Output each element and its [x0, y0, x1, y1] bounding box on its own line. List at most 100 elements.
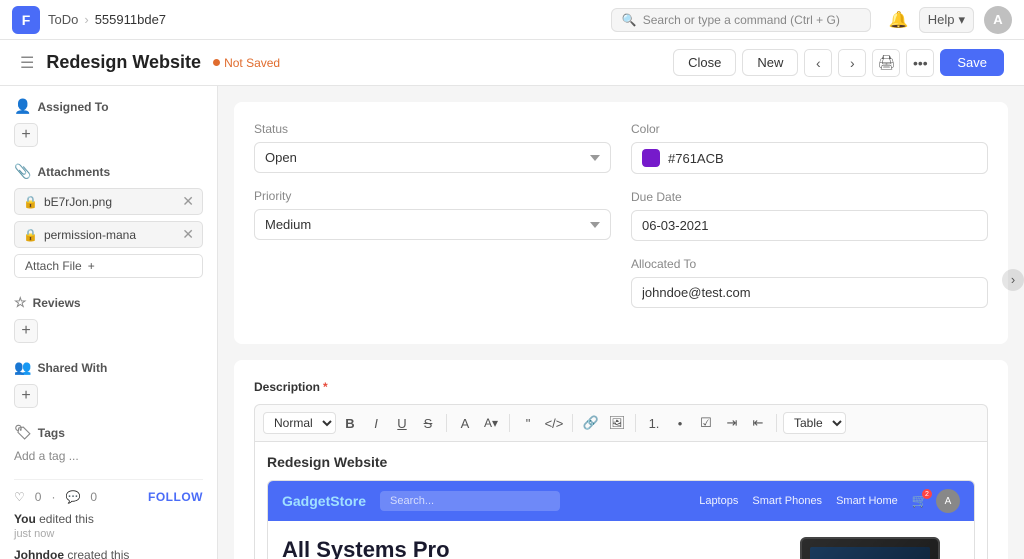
due-date-label: Due Date [631, 190, 988, 204]
indent-button[interactable]: ⇥ [720, 411, 744, 435]
description-label: Description * [254, 380, 988, 394]
print-button[interactable]: 🖨 [872, 49, 900, 77]
global-search[interactable]: 🔍 Search or type a command (Ctrl + G) [611, 8, 871, 32]
preview-nav-link-phones: Smart Phones [752, 495, 822, 507]
nav-actions: 🔔 Help ▾ A [889, 6, 1012, 34]
menu-icon[interactable]: ☰ [20, 53, 34, 73]
status-select[interactable]: Open [254, 142, 611, 173]
task-title: Redesign Website [46, 52, 201, 73]
priority-group: Priority Medium [254, 189, 611, 240]
new-button[interactable]: New [742, 49, 798, 76]
font-color-button[interactable]: A [453, 411, 477, 435]
top-nav: F ToDo › 555911bde7 🔍 Search or type a c… [0, 0, 1024, 40]
outdent-button[interactable]: ⇤ [746, 411, 770, 435]
table-select[interactable]: Table [783, 412, 846, 434]
next-button[interactable]: › [838, 49, 866, 77]
priority-label: Priority [254, 189, 611, 203]
attachment-item-2[interactable]: 🔒 permission-mana ✕ [14, 221, 203, 248]
priority-select[interactable]: Medium [254, 209, 611, 240]
preview-logo: GadgetStore [282, 493, 366, 509]
add-assignee-button[interactable]: + [14, 123, 38, 147]
underline-button[interactable]: U [390, 411, 414, 435]
tag-icon: 🏷 [14, 424, 32, 441]
attachments-header: 📎 Attachments [14, 163, 203, 180]
task-header: ☰ Redesign Website Not Saved Close New ‹… [0, 40, 1024, 86]
toolbar-sep-4 [635, 414, 636, 432]
breadcrumb-parent[interactable]: ToDo [48, 12, 78, 27]
add-shared-button[interactable]: + [14, 384, 38, 408]
add-review-button[interactable]: + [14, 319, 38, 343]
checklist-button[interactable]: ☑ [694, 411, 718, 435]
ordered-list-button[interactable]: 1. [642, 411, 666, 435]
close-button[interactable]: Close [673, 49, 736, 76]
preview-text-col: All Systems Pro The Apple M1 chip gives … [282, 537, 784, 559]
highlight-button[interactable]: A▾ [479, 411, 503, 435]
user-avatar[interactable]: A [984, 6, 1012, 34]
attach-file-label: Attach File [25, 259, 82, 273]
preview-nav-links: Laptops Smart Phones Smart Home [699, 495, 898, 507]
code-button[interactable]: </> [542, 411, 566, 435]
preview-nav-link-home: Smart Home [836, 495, 898, 507]
toolbar-sep-3 [572, 414, 573, 432]
more-options-button[interactable]: ••• [906, 49, 934, 77]
tags-header: 🏷 Tags [14, 424, 203, 441]
preview-avatar: A [936, 489, 960, 513]
laptop-screen [810, 547, 930, 559]
remove-attachment-2-button[interactable]: ✕ [182, 226, 194, 243]
toolbar-sep-1 [446, 414, 447, 432]
italic-button[interactable]: I [364, 411, 388, 435]
assigned-to-label: Assigned To [37, 100, 108, 114]
comment-icon[interactable]: 💬 [65, 490, 80, 504]
help-button[interactable]: Help ▾ [919, 7, 974, 33]
app-logo[interactable]: F [12, 6, 40, 34]
help-chevron-icon: ▾ [958, 12, 965, 28]
file-icon-2: 🔒 [23, 228, 38, 242]
remove-attachment-1-button[interactable]: ✕ [182, 193, 194, 210]
blockquote-button[interactable]: " [516, 411, 540, 435]
breadcrumb-id[interactable]: 555911bde7 [95, 12, 166, 27]
color-group: Color #761ACB [631, 122, 988, 174]
header-actions: Close New ‹ › 🖨 ••• Save [673, 49, 1004, 77]
heart-icon[interactable]: ♡ [14, 490, 25, 504]
allocated-to-input[interactable] [631, 277, 988, 308]
breadcrumb-sep1: › [84, 12, 88, 27]
attachments-label: Attachments [37, 165, 110, 179]
form-left-col: Status Open Priority Medium [254, 122, 611, 324]
dot-sep: · [51, 490, 55, 504]
form-right-col: Color #761ACB Due Date Allocated To [631, 122, 988, 324]
link-button[interactable]: 🔗 [579, 411, 603, 435]
editor-content-area[interactable]: Redesign Website GadgetStore Search... L… [254, 441, 988, 559]
laptop-body [800, 537, 940, 559]
format-select[interactable]: Normal [263, 412, 336, 434]
attach-file-button[interactable]: Attach File + [14, 254, 203, 278]
attachment-item-1[interactable]: 🔒 bE7rJon.png ✕ [14, 188, 203, 215]
follow-button[interactable]: FOLLOW [148, 490, 203, 504]
allocated-to-group: Allocated To [631, 257, 988, 308]
prev-button[interactable]: ‹ [804, 49, 832, 77]
activity-item-2: Johndoe created this 37 minutes ago [14, 548, 203, 559]
attachments-section: 📎 Attachments 🔒 bE7rJon.png ✕ 🔒 permissi… [14, 163, 203, 278]
bold-button[interactable]: B [338, 411, 362, 435]
image-button[interactable]: 🖼 [605, 411, 629, 435]
preview-body: All Systems Pro The Apple M1 chip gives … [268, 521, 974, 559]
reviews-label: Reviews [33, 296, 81, 310]
description-card: Description * Normal B I U S A A▾ " </> … [234, 360, 1008, 559]
allocated-to-label: Allocated To [631, 257, 988, 271]
assigned-to-header: 👤 Assigned To [14, 98, 203, 115]
cart-icon: 🛒 2 [912, 493, 928, 509]
activity-item-1: You edited this just now [14, 512, 203, 540]
preview-laptop-image [800, 537, 960, 559]
attachment-name-2: permission-mana [44, 228, 136, 242]
save-button[interactable]: Save [940, 49, 1004, 76]
preview-heading: All Systems Pro [282, 537, 784, 559]
color-input-wrapper[interactable]: #761ACB [631, 142, 988, 174]
strikethrough-button[interactable]: S [416, 411, 440, 435]
add-tag-input[interactable]: Add a tag ... [14, 449, 203, 463]
due-date-input[interactable] [631, 210, 988, 241]
unordered-list-button[interactable]: • [668, 411, 692, 435]
reviews-header: ☆ Reviews [14, 294, 203, 311]
notification-bell-icon[interactable]: 🔔 [889, 10, 909, 30]
paperclip-icon: 📎 [14, 163, 31, 180]
status-group: Status Open [254, 122, 611, 173]
editor-doc-title: Redesign Website [267, 454, 975, 470]
